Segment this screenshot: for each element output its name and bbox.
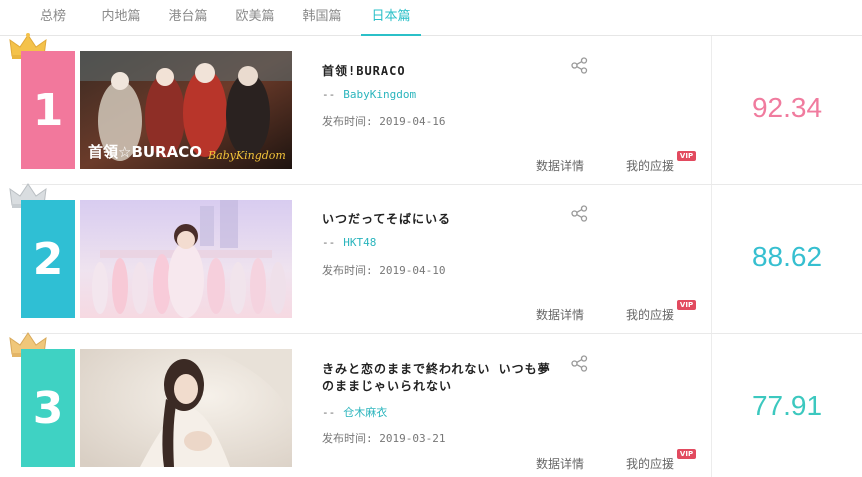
vip-badge: VIP	[677, 449, 696, 459]
vip-badge: VIP	[677, 151, 696, 161]
release-date: 发布时间: 2019-03-21	[322, 432, 446, 445]
artist-link[interactable]: 仓木麻衣	[343, 406, 387, 419]
data-details-link[interactable]: 数据详情	[536, 455, 584, 472]
rank-badge: 1	[21, 51, 75, 169]
tab-overall[interactable]: 总榜	[30, 0, 76, 36]
chart-entry-2: 2 いつだってそばにいる -- HKT48 发布时间: 2019-04-10 数…	[0, 183, 862, 333]
data-details-link[interactable]: 数据详情	[536, 157, 584, 174]
data-details-link[interactable]: 数据详情	[536, 306, 584, 323]
tab-western[interactable]: 欧美篇	[230, 0, 280, 36]
song-title[interactable]: 首领!BURACO	[322, 63, 562, 80]
score-value: 88.62	[751, 241, 823, 272]
my-support-link[interactable]: 我的应援	[626, 306, 674, 323]
release-date: 发布时间: 2019-04-16	[322, 115, 446, 128]
score-value: 77.91	[751, 390, 823, 421]
tab-korea[interactable]: 韩国篇	[297, 0, 347, 36]
song-title[interactable]: いつだってそばにいる	[322, 211, 562, 228]
release-date: 发布时间: 2019-04-10	[322, 264, 446, 277]
artist-line: -- HKT48	[322, 236, 376, 249]
share-icon[interactable]	[571, 355, 588, 372]
vip-badge: VIP	[677, 300, 696, 310]
chart-entry-1: 1 首領☆BURACO BabyKingdom 首领!BURACO -- Baby…	[0, 33, 862, 184]
cover-art	[80, 349, 292, 467]
song-title[interactable]: きみと恋のままで終われない いつも夢のままじゃいられない	[322, 361, 562, 395]
rank-badge: 2	[21, 200, 75, 318]
cover-title-text: 首領☆BURACO	[88, 143, 202, 161]
artist-line: -- 仓木麻衣	[322, 404, 387, 420]
tab-japan[interactable]: 日本篇	[361, 0, 421, 36]
cover-art: 首領☆BURACO BabyKingdom	[80, 51, 292, 169]
chart-entry-3: 3 きみと恋のままで終われない いつも夢のままじゃいられない -- 仓木麻衣 发布…	[0, 332, 862, 477]
rank-badge: 3	[21, 349, 75, 467]
cover-image[interactable]	[80, 200, 292, 318]
artist-link[interactable]: BabyKingdom	[343, 88, 416, 101]
share-icon[interactable]	[571, 57, 588, 74]
score-value: 92.34	[751, 92, 823, 123]
cover-art	[80, 200, 292, 318]
cover-image[interactable]	[80, 349, 292, 467]
cover-artist-text: BabyKingdom	[207, 149, 286, 162]
artist-dash: --	[322, 88, 336, 101]
my-support-link[interactable]: 我的应援	[626, 455, 674, 472]
tab-hk-tw[interactable]: 港台篇	[163, 0, 213, 36]
cover-image[interactable]: 首領☆BURACO BabyKingdom	[80, 51, 292, 169]
artist-dash: --	[322, 406, 336, 419]
artist-link[interactable]: HKT48	[343, 236, 376, 249]
artist-line: -- BabyKingdom	[322, 88, 416, 101]
tab-mainland[interactable]: 内地篇	[96, 0, 146, 36]
share-icon[interactable]	[571, 205, 588, 222]
artist-dash: --	[322, 236, 336, 249]
my-support-link[interactable]: 我的应援	[626, 157, 674, 174]
category-tabs: 总榜 内地篇 港台篇 欧美篇 韩国篇 日本篇	[0, 0, 862, 36]
